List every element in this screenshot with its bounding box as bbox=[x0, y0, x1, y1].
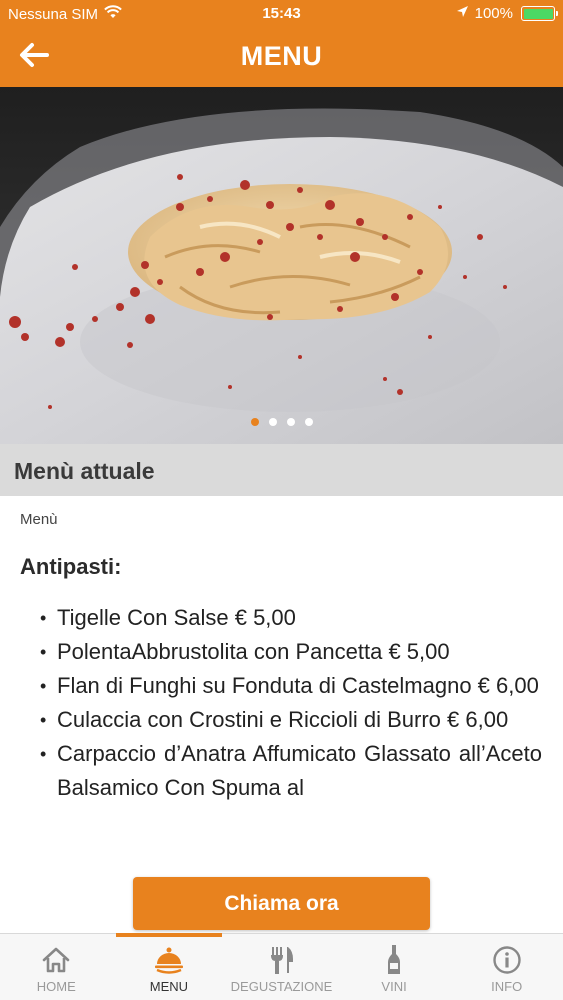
carousel-dot[interactable] bbox=[250, 418, 259, 426]
tab-info[interactable]: INFO bbox=[450, 934, 563, 1000]
cloche-icon bbox=[153, 944, 185, 976]
category-title: Antipasti: bbox=[20, 554, 122, 579]
menu-item: Flan di Funghi su Fonduta di Castelmagno… bbox=[40, 669, 542, 703]
carousel-pager bbox=[0, 418, 563, 426]
carousel-dot[interactable] bbox=[286, 418, 295, 426]
section-header: Menù attuale bbox=[0, 444, 563, 496]
active-tab-indicator bbox=[115, 933, 223, 937]
carousel-dot[interactable] bbox=[268, 418, 277, 426]
dish-photo-carousel[interactable] bbox=[0, 87, 563, 444]
tab-degustazione[interactable]: DEGUSTAZIONE bbox=[225, 934, 338, 1000]
page-title: MENU bbox=[240, 41, 323, 71]
tab-label: VINI bbox=[381, 979, 407, 994]
wine-bottle-icon bbox=[386, 944, 402, 976]
tab-vini[interactable]: VINI bbox=[338, 934, 451, 1000]
tab-home[interactable]: HOME bbox=[0, 934, 113, 1000]
app-header: Nessuna SIM 15:43 100% MENU bbox=[0, 0, 563, 87]
nav-bar: MENU bbox=[0, 28, 563, 87]
menu-item: Culaccia con Crostini e Riccioli di Burr… bbox=[40, 703, 542, 737]
carousel-dot[interactable] bbox=[304, 418, 313, 426]
status-right: 100% bbox=[456, 5, 558, 22]
tab-bar: HOME MENU DEGUSTAZIONE VINI INFO bbox=[0, 933, 563, 1000]
battery-level bbox=[523, 8, 553, 19]
status-bar: Nessuna SIM 15:43 100% bbox=[0, 0, 563, 28]
menu-item: PolentaAbbrustolita con Pancetta € 5,00 bbox=[40, 635, 542, 669]
tab-label: DEGUSTAZIONE bbox=[230, 979, 333, 994]
tab-label: HOME bbox=[36, 979, 76, 994]
tab-menu[interactable]: MENU bbox=[113, 933, 226, 1000]
home-icon bbox=[41, 944, 71, 976]
menu-item: Carpaccio d’Anatra Affumicato Glassato a… bbox=[40, 737, 542, 805]
call-now-button[interactable]: Chiama ora bbox=[133, 877, 430, 930]
battery-percent: 100% bbox=[474, 5, 513, 22]
menu-item: Tigelle Con Salse € 5,00 bbox=[40, 601, 542, 635]
info-icon bbox=[492, 944, 522, 976]
tab-label: INFO bbox=[491, 979, 523, 994]
menu-items-list: Tigelle Con Salse € 5,00 PolentaAbbrusto… bbox=[40, 601, 542, 805]
menu-content[interactable]: Menù Antipasti: Tigelle Con Salse € 5,00… bbox=[0, 496, 563, 933]
battery-icon bbox=[521, 6, 558, 21]
tab-label: MENU bbox=[149, 979, 189, 994]
fork-knife-icon bbox=[267, 944, 295, 976]
section-title: Menù attuale bbox=[14, 458, 155, 484]
dish-photo bbox=[0, 87, 563, 444]
breadcrumb: Menù bbox=[20, 511, 58, 528]
location-arrow-icon bbox=[456, 5, 469, 22]
